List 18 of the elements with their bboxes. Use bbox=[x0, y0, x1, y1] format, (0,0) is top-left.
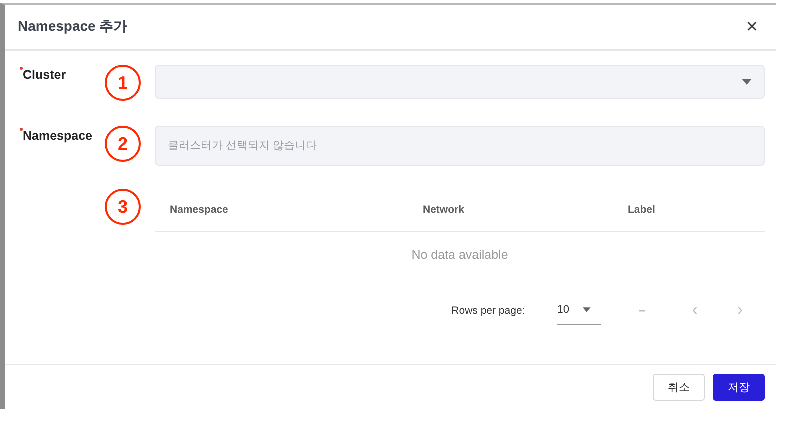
dialog-title: Namespace 추가 bbox=[18, 18, 128, 36]
page-range: – bbox=[639, 304, 646, 316]
close-button[interactable]: × bbox=[742, 17, 762, 37]
field-label: Cluster bbox=[23, 67, 66, 82]
cancel-button[interactable]: 취소 bbox=[653, 374, 705, 400]
column-header[interactable]: Label bbox=[628, 204, 765, 216]
save-button[interactable]: 저장 bbox=[713, 374, 765, 400]
column-header[interactable]: Network bbox=[423, 204, 628, 216]
empty-message: No data available bbox=[412, 248, 508, 262]
column-header[interactable]: Namespace bbox=[170, 204, 423, 216]
step-marker: 3 bbox=[105, 189, 141, 225]
step-marker: 2 bbox=[105, 126, 141, 162]
step-marker: 1 bbox=[105, 65, 141, 101]
dropdown-caret-icon[interactable] bbox=[742, 79, 752, 85]
rows-per-page-label: Rows per page: bbox=[452, 304, 526, 316]
field-label: Namespace bbox=[23, 128, 92, 143]
dropdown-caret-icon[interactable] bbox=[583, 307, 592, 313]
rows-per-page-select[interactable]: 10 bbox=[557, 304, 602, 325]
